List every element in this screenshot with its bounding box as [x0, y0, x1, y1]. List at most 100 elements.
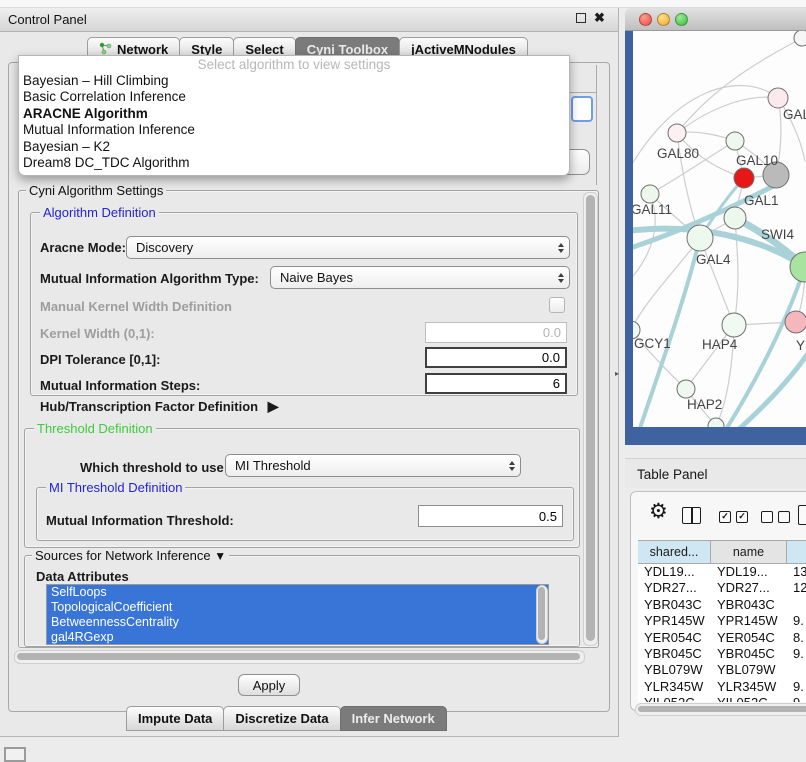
sources-group-title[interactable]: Sources for Network Inference ▼ [32, 548, 229, 563]
collapse-down-icon[interactable]: ▼ [214, 549, 226, 563]
table-cell: YBL079W [638, 662, 711, 678]
dpi-tolerance-field[interactable]: 0.0 [425, 347, 567, 368]
table-cell: YPR145W [711, 613, 787, 629]
table-row[interactable]: YIL052CYIL052C9 [638, 695, 806, 702]
network-node-gal11[interactable] [641, 185, 659, 203]
float-icon[interactable] [576, 13, 586, 23]
table-row[interactable]: YDL19...YDL19...13 [638, 564, 806, 580]
minimize-traffic-light[interactable] [657, 13, 670, 26]
attribute-gal4rgexp[interactable]: gal4RGexp [47, 630, 548, 645]
zoom-traffic-light[interactable] [675, 13, 688, 26]
split-view-icon[interactable] [682, 507, 701, 524]
table-horizontal-scrollbar[interactable] [635, 703, 806, 716]
mi-threshold-label: Mutual Information Threshold: [46, 513, 234, 528]
table-row[interactable]: YLR345WYLR345W9. [638, 679, 806, 695]
network-window: GALGAL80GAL10GAL1GAL11SWI4GAL4GCY1HAP4YH… [625, 8, 806, 445]
mi-steps-field[interactable]: 6 [425, 373, 567, 394]
column-header-2[interactable] [787, 540, 806, 564]
table-cell: 12 [787, 580, 806, 596]
kernel-width-field[interactable]: 0.0 [425, 322, 567, 343]
manual-kernel-width-checkbox[interactable] [549, 297, 565, 313]
algorithm-definition-title: Algorithm Definition [40, 205, 159, 220]
mi-threshold-field[interactable]: 0.5 [418, 505, 563, 527]
table-cell: YBR043C [711, 597, 787, 613]
network-edge [633, 238, 700, 330]
checked-checkboxes-icon[interactable]: ✓ ✓ [719, 511, 748, 523]
which-threshold-combo[interactable]: MI Threshold [225, 454, 521, 477]
gear-icon[interactable]: ⚙ [649, 499, 668, 524]
dropdown-items: Bayesian – Hill ClimbingBasic Correlatio… [19, 73, 569, 171]
table-cell: YER054C [711, 630, 787, 646]
cursor-artifact: ▸ [615, 369, 619, 378]
expand-right-icon[interactable]: ▶ [268, 398, 279, 414]
network-node-hap4[interactable] [722, 313, 746, 337]
hub-section-text: Hub/Transcription Factor Definition [40, 399, 258, 414]
control-panel-window: Control Panel ✖ NetworkStyleSelectCyni T… [0, 8, 619, 737]
bottom-tab-infer-network[interactable]: Infer Network [340, 706, 447, 731]
attribute-topologicalcoefficient[interactable]: TopologicalCoefficient [47, 600, 548, 615]
column-header-shared[interactable]: shared... [638, 540, 711, 564]
close-traffic-light[interactable] [639, 13, 652, 26]
table-cell: YBR045C [711, 646, 787, 662]
unchecked-checkboxes-icon[interactable] [761, 511, 790, 523]
bottom-tab-discretize-data[interactable]: Discretize Data [223, 706, 340, 731]
dpi-tolerance-label: DPI Tolerance [0,1]: [40, 352, 160, 367]
hub-section-label[interactable]: Hub/Transcription Factor Definition ▶ [40, 398, 279, 415]
network-node-gal1[interactable] [734, 168, 754, 188]
table-cell: YIL052C [638, 695, 711, 702]
network-window-titlebar [625, 8, 806, 31]
mi-steps-label: Mutual Information Steps: [40, 378, 200, 393]
table-cell: YBL079W [711, 662, 787, 678]
network-node-y[interactable] [785, 311, 806, 333]
algorithm-option-bayesian-hill-climbing[interactable]: Bayesian – Hill Climbing [19, 73, 569, 89]
table-row[interactable]: YDR27...YDR27...12 [638, 580, 806, 596]
aracne-mode-combo[interactable]: Discovery [126, 236, 570, 259]
settings-vertical-scrollbar[interactable] [583, 192, 598, 646]
table-row[interactable]: YPR145WYPR145W9. [638, 613, 806, 629]
attributes-scrollbar[interactable] [536, 585, 548, 644]
apply-button[interactable]: Apply [238, 674, 300, 696]
table-cell: YIL052C [711, 695, 787, 702]
mi-type-combo[interactable]: Naive Bayes [270, 266, 570, 289]
table-row[interactable]: YBR045CYBR045C9. [638, 646, 806, 662]
collapsed-panel-icon[interactable] [4, 747, 26, 762]
table-row[interactable]: YBL079WYBL079W [638, 662, 806, 678]
table-panel: ⚙ ✓ ✓ shared...name YDL19...YDL19...13YD… [630, 491, 806, 711]
node-label-hap4: HAP4 [702, 337, 738, 352]
control-panel-titlebar: Control Panel ✖ [0, 8, 618, 32]
table-panel-title: Table Panel [637, 467, 708, 482]
algorithm-option-bayesian-k2[interactable]: Bayesian – K2 [19, 139, 569, 155]
stepper-icon [509, 461, 515, 471]
network-node-gal80[interactable] [668, 124, 686, 142]
document-icon[interactable] [798, 505, 806, 525]
network-node-gal4[interactable] [687, 225, 713, 251]
algorithm-option-mutual-information-inference[interactable]: Mutual Information Inference [19, 122, 569, 138]
network-node-hap2[interactable] [677, 380, 695, 398]
network-node-swi4[interactable] [724, 207, 746, 229]
algorithm-option-aracne-algorithm[interactable]: ARACNE Algorithm [19, 106, 569, 122]
table-cell: YDL19... [711, 564, 787, 580]
node-label-gal: GAL [783, 107, 806, 122]
algorithm-option-dream8-dc-tdc-algorithm[interactable]: Dream8 DC_TDC Algorithm [19, 155, 569, 171]
attribute-betweennesscentrality[interactable]: BetweennessCentrality [47, 615, 548, 630]
column-header-name[interactable]: name [711, 540, 787, 564]
attribute-selfloops[interactable]: SelfLoops [47, 585, 548, 600]
network-node[interactable] [794, 31, 806, 46]
network-node-gal10[interactable] [726, 132, 744, 150]
table-row[interactable]: YBR043CYBR043C [638, 597, 806, 613]
node-label-gal11: GAL11 [633, 202, 672, 217]
table-cell: 9 [787, 695, 806, 702]
bottom-tab-impute-data[interactable]: Impute Data [126, 706, 224, 731]
network-canvas[interactable]: GALGAL80GAL10GAL1GAL11SWI4GAL4GCY1HAP4YH… [633, 31, 806, 427]
close-icon[interactable]: ✖ [594, 10, 605, 26]
settings-horizontal-scrollbar[interactable] [14, 650, 585, 664]
algorithm-option-basic-correlation-inference[interactable]: Basic Correlation Inference [19, 89, 569, 105]
aracne-mode-label: Aracne Mode: [40, 240, 126, 255]
network-node-gal[interactable] [768, 88, 788, 108]
data-attributes-list[interactable]: SelfLoopsTopologicalCoefficientBetweenne… [46, 584, 549, 645]
tab-label: Impute Data [138, 711, 212, 726]
table-row[interactable]: YER054CYER054C8. [638, 630, 806, 646]
network-graph[interactable]: GALGAL80GAL10GAL1GAL11SWI4GAL4GCY1HAP4YH… [633, 31, 806, 427]
table-cell [787, 662, 806, 678]
table-cell: YDR27... [638, 580, 711, 596]
